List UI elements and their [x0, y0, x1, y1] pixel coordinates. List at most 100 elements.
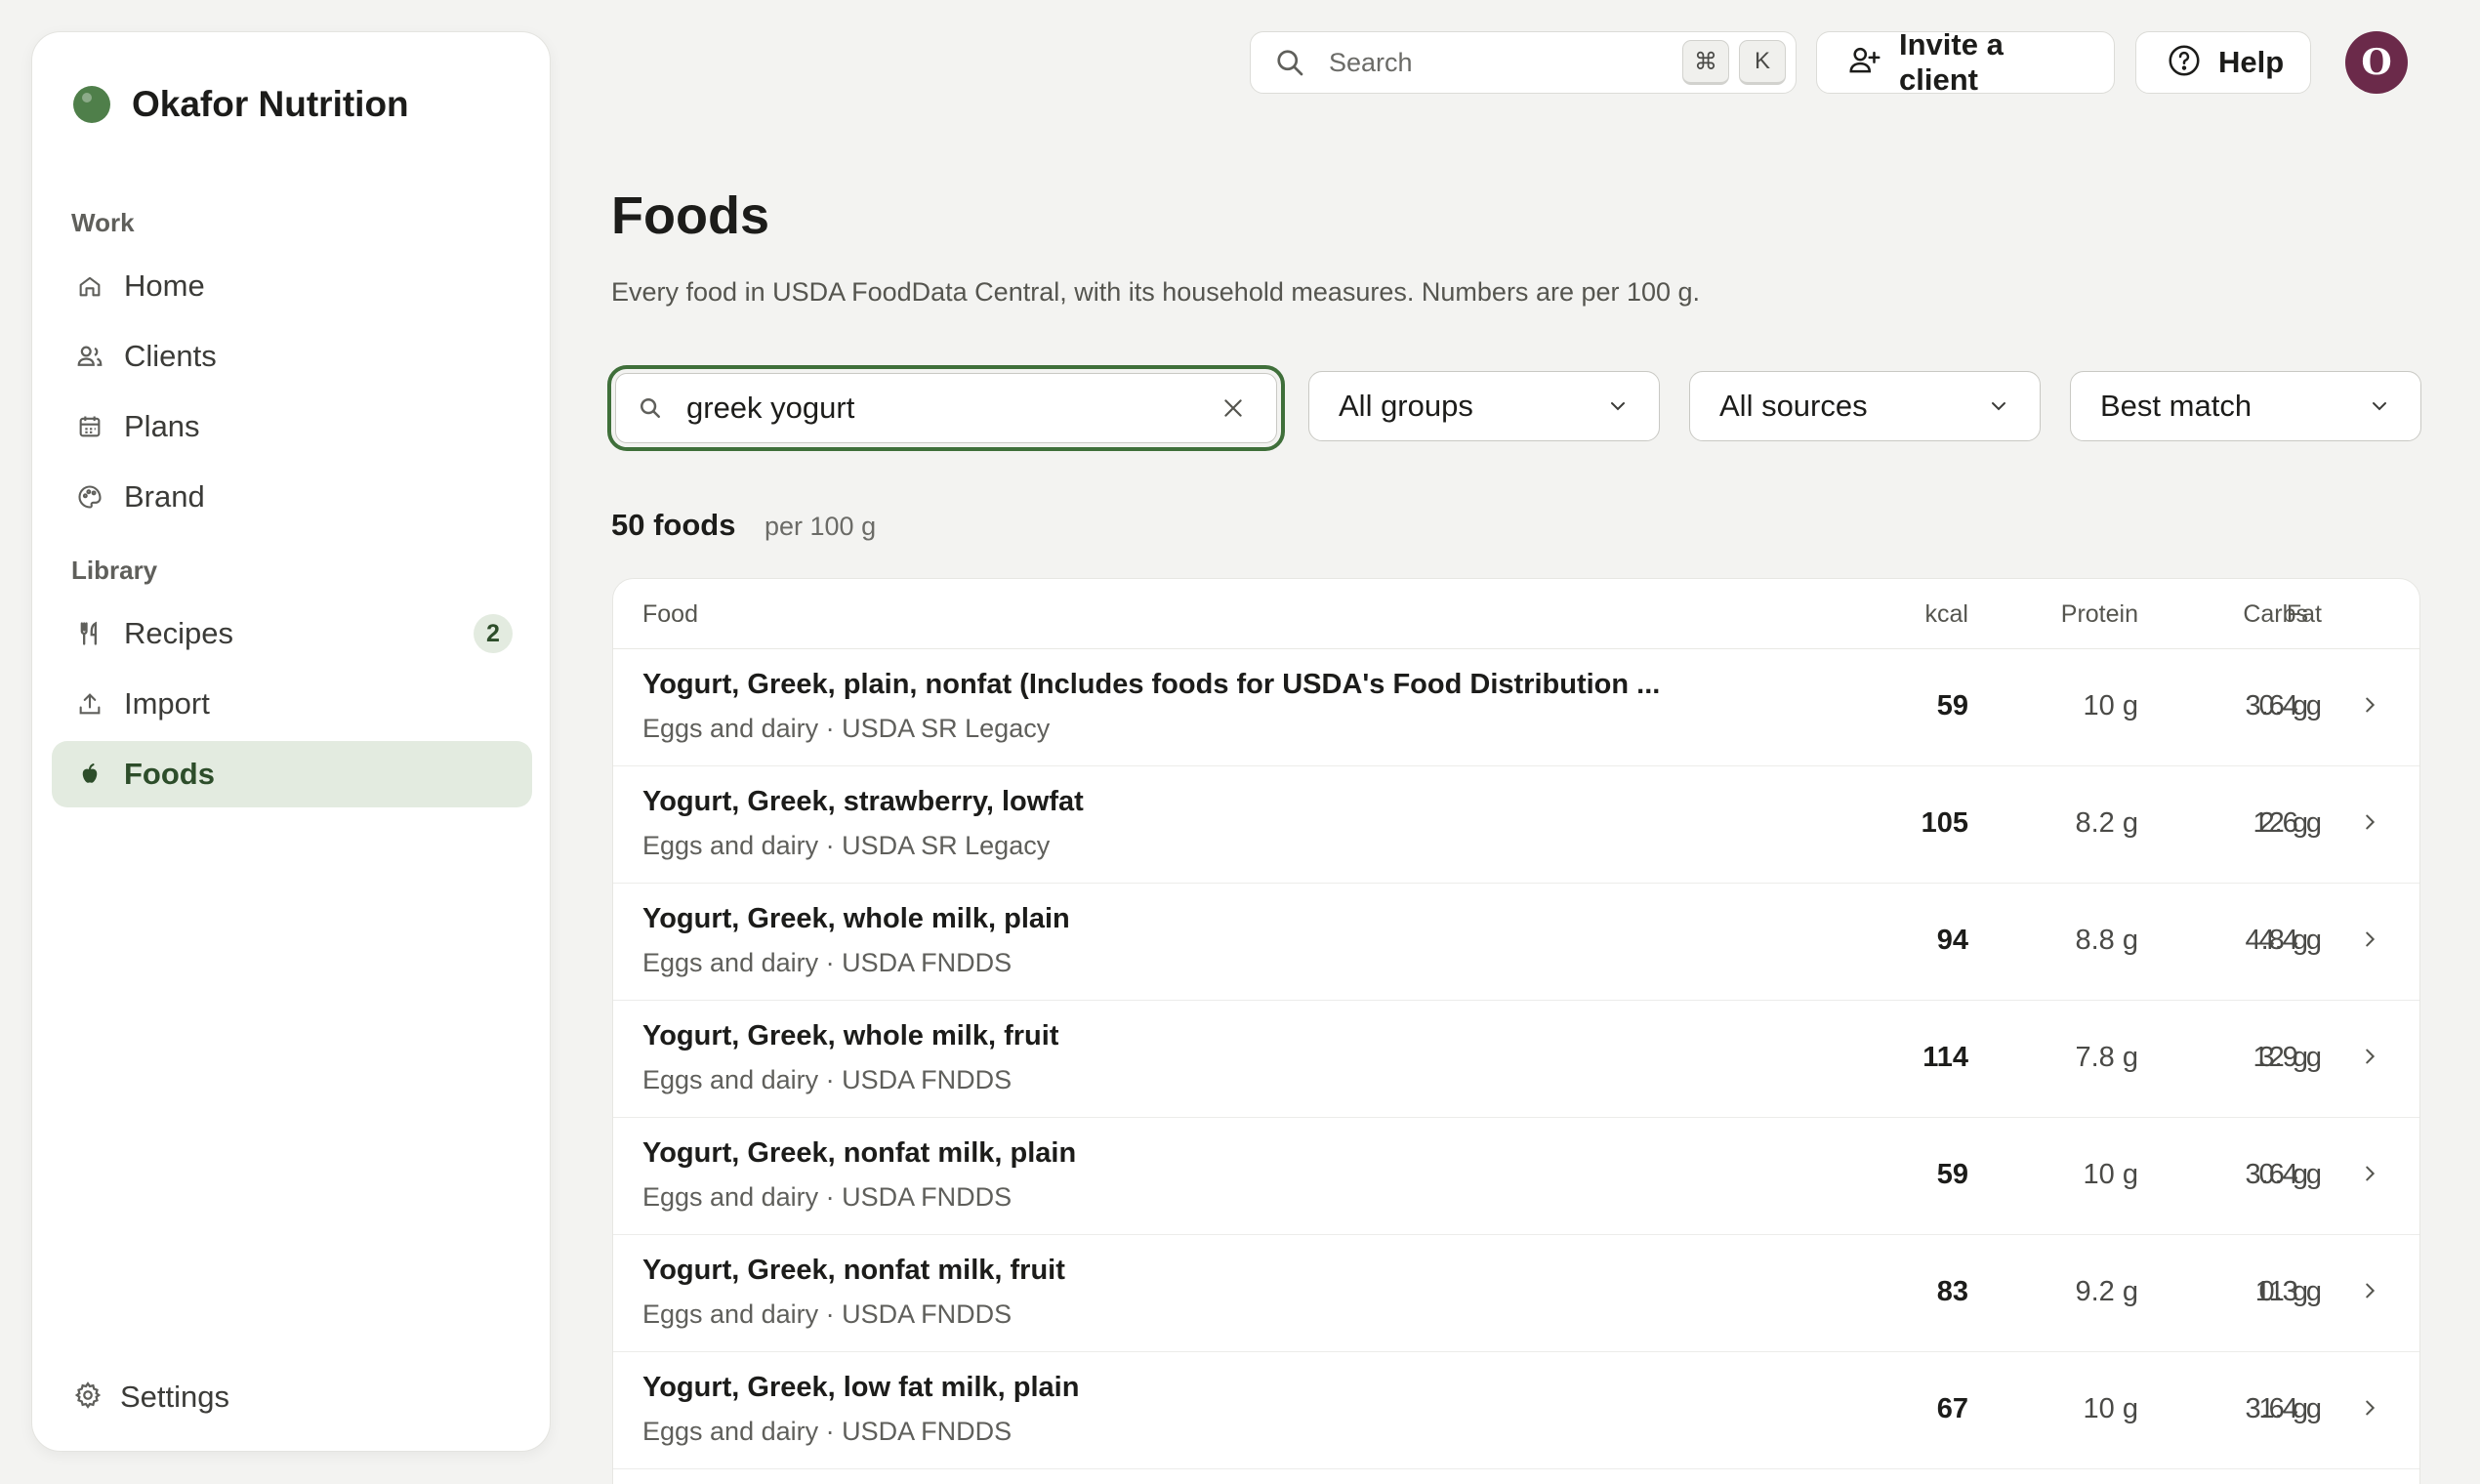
table-row[interactable]: Yogurt, Greek, nonfat milk, fruit Eggs a… — [613, 1235, 2419, 1352]
column-header-fat[interactable]: Fat — [2166, 600, 2322, 629]
sidebar-item-brand[interactable]: Brand — [52, 464, 532, 530]
food-protein: 10 g — [2083, 1159, 2138, 1190]
food-fat: 3.9 g — [2258, 1042, 2323, 1073]
help-label: Help — [2218, 45, 2285, 79]
sidebar-item-label: Foods — [124, 757, 215, 791]
brand[interactable]: Okafor Nutrition — [73, 67, 409, 142]
table-row[interactable]: Yogurt, Greek, whole milk, fruit Eggs an… — [613, 1001, 2419, 1118]
global-search-input[interactable]: Search ⌘ K — [1250, 31, 1797, 94]
results-unit: per 100 g — [765, 512, 877, 541]
table-row[interactable]: Yogurt, Greek, whole milk, plain Eggs an… — [613, 884, 2419, 1001]
food-meta: Eggs and dairy · USDA FNDDS — [642, 1299, 1013, 1329]
sidebar-item-foods[interactable]: Foods — [52, 741, 532, 807]
group-select-value: All groups — [1339, 389, 1473, 423]
app-root: Okafor Nutrition Work Home Clients Plans — [0, 0, 2480, 1484]
users-icon — [73, 340, 106, 373]
food-search-value: greek yogurt — [686, 391, 855, 425]
sidebar-item-label: Home — [124, 268, 205, 303]
clear-search-icon[interactable] — [1214, 389, 1253, 428]
user-avatar[interactable]: O — [2345, 31, 2408, 94]
chevron-right-icon — [2359, 1397, 2380, 1419]
sidebar-item-home[interactable]: Home — [52, 253, 532, 319]
column-header-food[interactable]: Food — [642, 600, 698, 629]
food-name: Yogurt, Greek, whole milk, plain — [642, 903, 1070, 934]
help-icon — [2166, 42, 2203, 84]
sidebar-item-clients[interactable]: Clients — [52, 323, 532, 390]
column-header-kcal[interactable]: kcal — [1812, 600, 1968, 629]
invite-client-label: Invite a client — [1899, 27, 2004, 97]
upload-icon — [73, 687, 106, 721]
food-kcal: 59 — [1936, 690, 1968, 721]
food-kcal: 67 — [1936, 1393, 1968, 1424]
sidebar-item-import[interactable]: Import — [52, 671, 532, 737]
apple-icon — [73, 758, 106, 791]
food-name: Yogurt, Greek, low fat milk, plain — [642, 1372, 1080, 1403]
sidebar-item-plans[interactable]: Plans — [52, 393, 532, 460]
food-fat: 4.4 g — [2258, 925, 2323, 956]
chevron-down-icon — [2368, 394, 2391, 418]
food-protein: 10 g — [2083, 690, 2138, 721]
food-meta: Eggs and dairy · USDA SR Legacy — [642, 831, 1051, 860]
food-fat: 2.6 g — [2258, 807, 2323, 839]
table-row[interactable]: Yogurt, Greek, nonfat milk, plain Eggs a… — [613, 1118, 2419, 1235]
food-protein: 8.2 g — [2075, 807, 2139, 839]
chevron-right-icon — [2359, 1046, 2380, 1067]
food-search-field[interactable]: greek yogurt — [607, 365, 1285, 451]
chevron-down-icon — [1987, 394, 2010, 418]
utensils-icon — [73, 617, 106, 650]
recipes-count-badge: 2 — [474, 614, 513, 653]
sort-select[interactable]: Best match — [2070, 371, 2421, 441]
food-name: Yogurt, Greek, strawberry, lowfat — [642, 786, 1084, 817]
food-name: Yogurt, Greek, whole milk, fruit — [642, 1020, 1059, 1051]
page-title: Foods — [611, 186, 769, 245]
food-fat: 0.4 g — [2258, 1159, 2323, 1190]
food-meta: Eggs and dairy · USDA SR Legacy — [642, 714, 1051, 743]
shortcut-key-cmd: ⌘ — [1682, 40, 1729, 85]
chevron-right-icon — [2359, 1163, 2380, 1184]
food-kcal: 114 — [1922, 1042, 1968, 1073]
chevron-right-icon — [2359, 928, 2380, 950]
chevron-right-icon — [2359, 811, 2380, 833]
palette-icon — [73, 480, 106, 514]
food-kcal: 94 — [1936, 925, 1968, 956]
table-header: Food kcal Protein Carbs Fat — [613, 579, 2419, 649]
gear-icon — [73, 1381, 103, 1415]
food-name: Yogurt, Greek, plain, nonfat (Includes f… — [642, 669, 1661, 700]
table-row[interactable]: Yogurt, Greek, strawberry, lowfat Eggs a… — [613, 766, 2419, 884]
invite-client-button[interactable]: Invite a client — [1816, 27, 2115, 97]
chevron-right-icon — [2359, 1280, 2380, 1301]
sidebar-item-label: Brand — [124, 479, 205, 514]
calendar-icon — [73, 410, 106, 443]
home-icon — [73, 269, 106, 303]
page-subtitle: Every food in USDA FoodData Central, wit… — [611, 277, 1701, 307]
sidebar-item-settings[interactable]: Settings — [73, 1370, 229, 1424]
sidebar-item-label: Clients — [124, 339, 217, 373]
table-row[interactable]: Yogurt, Greek, low fat milk, plain Eggs … — [613, 1352, 2419, 1469]
column-header-protein[interactable]: Protein — [1982, 600, 2138, 629]
nav-group-library: Library — [71, 556, 158, 585]
chevron-right-icon — [2359, 694, 2380, 716]
search-icon — [636, 393, 665, 423]
sidebar-item-label: Settings — [120, 1380, 230, 1414]
food-fat: 1.4 g — [2258, 1393, 2323, 1424]
food-fat: 0.4 g — [2258, 690, 2323, 721]
sidebar-item-recipes[interactable]: Recipes 2 — [52, 600, 532, 667]
source-select[interactable]: All sources — [1689, 371, 2041, 441]
brand-name: Okafor Nutrition — [132, 84, 409, 124]
source-select-value: All sources — [1719, 389, 1868, 423]
table-row[interactable]: Yogurt, Greek, plain, nonfat (Includes f… — [613, 649, 2419, 766]
group-select[interactable]: All groups — [1308, 371, 1660, 441]
sidebar-item-label: Import — [124, 686, 210, 721]
food-name: Yogurt, Greek, nonfat milk, plain — [642, 1137, 1077, 1169]
brand-logo-icon — [73, 86, 110, 123]
results-count: 50 foods — [611, 508, 736, 542]
help-button[interactable]: Help — [2135, 31, 2311, 94]
food-kcal: 59 — [1936, 1159, 1968, 1190]
food-kcal: 105 — [1921, 807, 1968, 839]
foods-table: Food kcal Protein Carbs Fat Yogurt, Gree… — [612, 578, 2420, 1484]
user-plus-icon — [1846, 42, 1883, 84]
food-fat: 0.3 g — [2258, 1276, 2323, 1307]
food-search-input[interactable]: greek yogurt — [615, 373, 1277, 443]
food-meta: Eggs and dairy · USDA FNDDS — [642, 1417, 1013, 1446]
food-meta: Eggs and dairy · USDA FNDDS — [642, 1182, 1013, 1212]
